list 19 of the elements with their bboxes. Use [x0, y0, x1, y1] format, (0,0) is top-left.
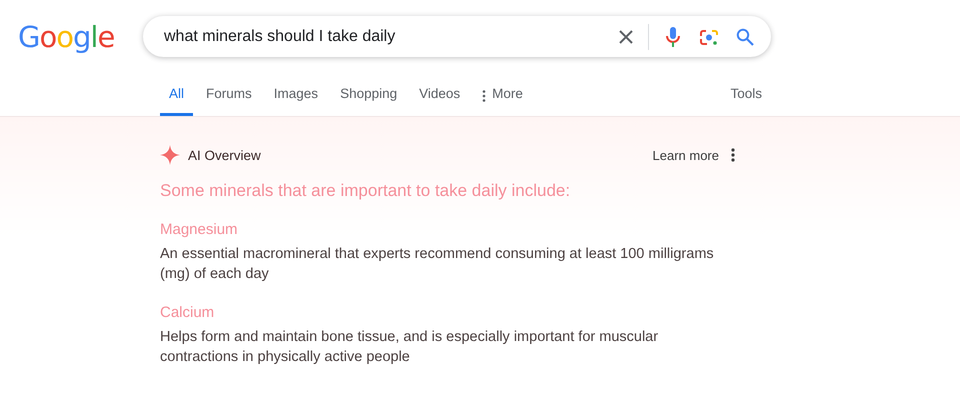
sparkle-icon	[160, 145, 180, 165]
mineral-name: Calcium	[160, 304, 216, 321]
learn-more-link[interactable]: Learn more	[652, 148, 719, 162]
mineral-description: Helps form and maintain bone tissue, and is especially important for muscular contractions in physically active people	[160, 328, 660, 367]
tab[interactable]: Forums	[197, 79, 261, 116]
tab[interactable]: Shopping	[331, 79, 406, 116]
tab-label[interactable]: More	[492, 86, 523, 101]
search-field[interactable]: what minerals should I take daily	[162, 26, 602, 46]
more-options-icon[interactable]	[731, 148, 735, 162]
tab[interactable]: More	[473, 79, 532, 116]
tools-button[interactable]: Tools	[730, 79, 762, 116]
tab[interactable]: Videos	[410, 79, 470, 116]
mineral-name: Magnesium	[160, 221, 239, 238]
overview-heading: Some minerals that are important to take daily include:	[160, 181, 572, 201]
section-title: AI Overview	[188, 148, 261, 162]
mineral-description: An essential macromineral that experts recommend consuming at least 100 milligrams (mg) of each day	[160, 245, 715, 284]
tab[interactable]: Images	[264, 79, 328, 116]
more-icon	[482, 90, 486, 102]
google-logo[interactable]: Google	[18, 20, 143, 54]
